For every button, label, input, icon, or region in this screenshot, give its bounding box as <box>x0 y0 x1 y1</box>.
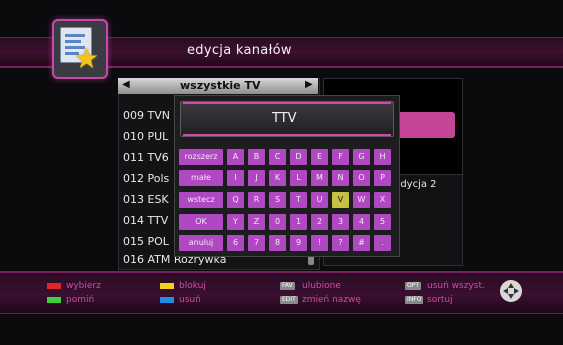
keyboard-key[interactable]: C <box>269 149 286 165</box>
legend-select: wybierz <box>66 281 101 291</box>
keyboard-key[interactable]: 8 <box>269 235 286 251</box>
keyboard-key[interactable]: F <box>332 149 349 165</box>
keyboard-key[interactable]: Q <box>227 192 244 208</box>
page-title: edycja kanałów <box>187 43 292 58</box>
keyboard-key[interactable]: B <box>248 149 265 165</box>
edit-key-icon: EDIT <box>280 296 298 304</box>
keyboard-key[interactable]: D <box>290 149 307 165</box>
keyboard-key[interactable]: V <box>332 192 349 208</box>
keyboard-key[interactable]: # <box>353 235 370 251</box>
keyboard-key[interactable]: 9 <box>290 235 307 251</box>
blue-key-icon <box>160 297 174 303</box>
keyboard-key[interactable]: A <box>227 149 244 165</box>
channel-item[interactable]: 011 TV6 <box>123 151 169 164</box>
keyboard-key[interactable]: W <box>353 192 370 208</box>
arrow-right-icon[interactable]: ▶ <box>305 79 313 90</box>
legend-favorites: ulubione <box>302 281 341 291</box>
yellow-key-icon <box>160 283 174 289</box>
keyboard-key[interactable]: J <box>248 170 265 186</box>
legend-delete-all: usuń wszyst. <box>427 281 485 291</box>
keyboard-key[interactable]: 4 <box>353 214 370 230</box>
red-key-icon <box>47 283 61 289</box>
keyboard-key[interactable]: Z <box>248 214 265 230</box>
info-key-icon: INFO <box>405 296 424 304</box>
keyboard-key[interactable]: L <box>290 170 307 186</box>
keyboard-key[interactable]: O <box>353 170 370 186</box>
channel-item[interactable]: 009 TVN <box>123 109 170 122</box>
keyboard-function-key[interactable]: anuluj <box>179 235 223 251</box>
group-selector[interactable]: ◀ wszystkie TV ▶ <box>118 78 318 94</box>
keyboard-function-key[interactable]: małe <box>179 170 223 186</box>
channel-edit-icon: ★ <box>52 19 108 79</box>
keyboard-key[interactable]: 2 <box>311 214 328 230</box>
fav-key-icon: FAV <box>280 282 295 290</box>
keyboard-key[interactable]: K <box>269 170 286 186</box>
keyboard-function-key[interactable]: wstecz <box>179 192 223 208</box>
keyboard-function-key[interactable]: OK <box>179 214 223 230</box>
keyboard-key[interactable]: R <box>248 192 265 208</box>
keyboard-key[interactable]: M <box>311 170 328 186</box>
keyboard-key[interactable]: S <box>269 192 286 208</box>
keyboard-key[interactable]: G <box>353 149 370 165</box>
group-label: wszystkie TV <box>180 79 261 92</box>
channel-item[interactable]: 010 PUL <box>123 130 168 143</box>
keyboard-key[interactable]: 7 <box>248 235 265 251</box>
keyboard-key[interactable]: X <box>374 192 391 208</box>
keyboard-key[interactable]: 6 <box>227 235 244 251</box>
keyboard-key[interactable]: T <box>290 192 307 208</box>
footer-legend <box>0 271 563 314</box>
keyboard-key[interactable]: ? <box>332 235 349 251</box>
channel-item[interactable]: 013 ESK <box>123 193 169 206</box>
keyboard-key[interactable]: 1 <box>290 214 307 230</box>
keyboard-key[interactable]: U <box>311 192 328 208</box>
arrow-left-icon[interactable]: ◀ <box>122 79 130 90</box>
channel-item[interactable]: 014 TTV <box>123 214 168 227</box>
opt-key-icon: OPT <box>405 282 422 290</box>
info-text: udycja 2 <box>394 179 437 190</box>
channel-item[interactable]: 015 POL <box>123 235 169 248</box>
keyboard-key[interactable]: E <box>311 149 328 165</box>
legend-lock: blokuj <box>179 281 206 291</box>
channel-item[interactable]: 012 Pols <box>123 172 169 185</box>
legend-sort: sortuj <box>427 295 453 305</box>
keyboard-key[interactable]: 5 <box>374 214 391 230</box>
legend-delete: usuń <box>179 295 201 305</box>
green-key-icon <box>47 297 61 303</box>
rename-input-value: TTV <box>272 111 297 126</box>
keyboard-key[interactable]: H <box>374 149 391 165</box>
legend-skip: pomiń <box>66 295 95 305</box>
keyboard-key[interactable]: I <box>227 170 244 186</box>
keyboard-key[interactable]: . <box>374 235 391 251</box>
keyboard-function-key[interactable]: rozszerz <box>179 149 223 165</box>
keyboard-key[interactable]: N <box>332 170 349 186</box>
keyboard-key[interactable]: ! <box>311 235 328 251</box>
legend-rename: zmień nazwę <box>302 295 361 305</box>
keyboard-key[interactable]: 0 <box>269 214 286 230</box>
keyboard-key[interactable]: Y <box>227 214 244 230</box>
navigation-pad-icon <box>500 280 522 302</box>
keyboard-key[interactable]: 3 <box>332 214 349 230</box>
keyboard-key[interactable]: P <box>374 170 391 186</box>
